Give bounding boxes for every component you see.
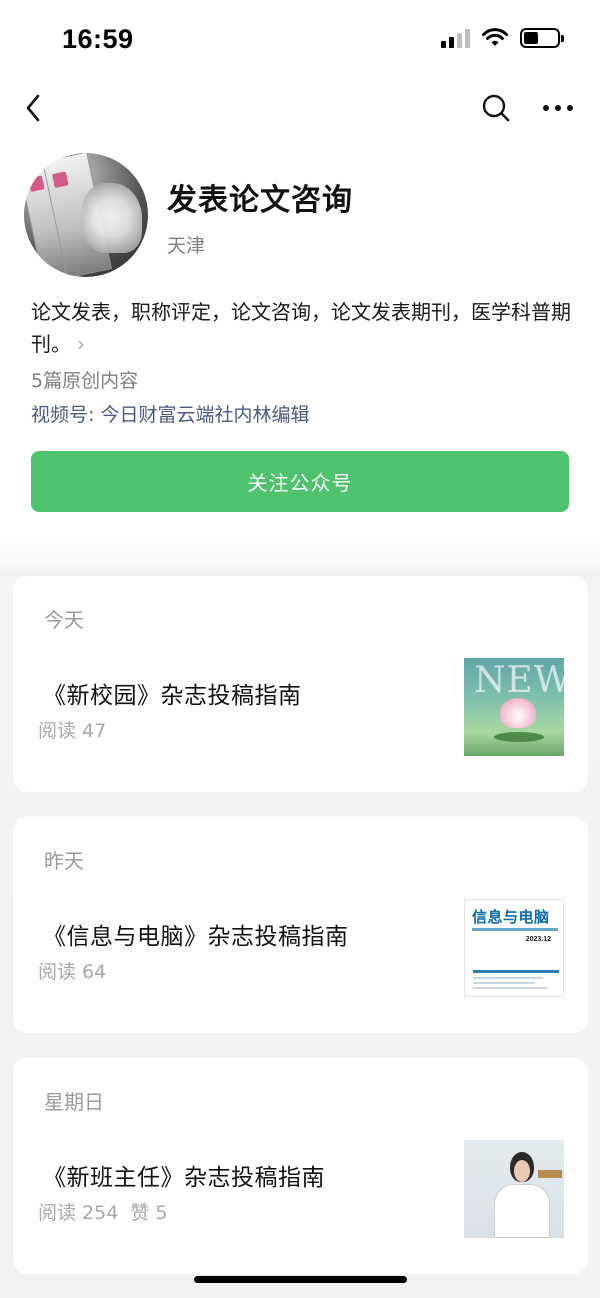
article-meta: 阅读 254 赞 5	[38, 1198, 167, 1225]
video-channel-link[interactable]: 视频号: 今日财富云端社内林编辑	[31, 400, 309, 427]
article-title[interactable]: 《信息与电脑》杂志投稿指南	[43, 917, 349, 951]
article-day: 星期日	[44, 1090, 104, 1114]
thumbnail-title: 信息与电脑	[472, 908, 550, 926]
account-description[interactable]: 论文发表，职称评定，论文咨询，论文发表期刊，医学科普期刊。 ›	[31, 296, 571, 360]
article-thumbnail[interactable]: NEW	[464, 658, 564, 756]
article-day: 今天	[44, 608, 84, 632]
description-text: 论文发表，职称评定，论文咨询，论文发表期刊，医学科普期刊。	[31, 300, 571, 356]
thumbnail-title: NEW	[474, 660, 564, 701]
article-card[interactable]: 昨天 《信息与电脑》杂志投稿指南 阅读 64 信息与电脑 2023.12	[13, 817, 588, 1033]
like-count: 赞 5	[130, 1202, 168, 1224]
status-time: 16:59	[62, 24, 134, 54]
more-icon[interactable]	[540, 92, 576, 124]
read-count: 阅读 254	[38, 1202, 119, 1224]
account-location: 天津	[167, 235, 206, 257]
follow-button[interactable]: 关注公众号	[31, 451, 569, 512]
chevron-right-icon: ›	[77, 332, 85, 356]
status-icons	[441, 28, 564, 48]
article-meta: 阅读 47	[38, 716, 106, 743]
signal-icon	[441, 28, 470, 48]
thumbnail-issue: 2023.12	[525, 936, 551, 943]
read-count: 阅读 64	[38, 961, 107, 983]
article-meta: 阅读 64	[38, 957, 106, 984]
article-thumbnail[interactable]	[464, 1140, 564, 1238]
battery-icon	[520, 28, 564, 48]
article-card[interactable]: 星期日 《新班主任》杂志投稿指南 阅读 254 赞 5	[13, 1058, 588, 1274]
article-title[interactable]: 《新班主任》杂志投稿指南	[43, 1158, 325, 1192]
original-count: 5篇原创内容	[31, 370, 139, 392]
article-day: 昨天	[44, 849, 84, 873]
article-card[interactable]: 今天 《新校园》杂志投稿指南 阅读 47 NEW	[13, 576, 588, 792]
search-icon[interactable]	[480, 92, 512, 124]
article-title[interactable]: 《新校园》杂志投稿指南	[43, 676, 302, 710]
status-bar: 16:59	[0, 0, 600, 80]
home-indicator[interactable]	[194, 1276, 407, 1283]
read-count: 阅读 47	[38, 720, 107, 742]
article-feed: 今天 《新校园》杂志投稿指南 阅读 47 NEW 昨天 《信息与电脑》杂志投稿指…	[0, 538, 600, 1298]
back-icon[interactable]	[22, 92, 46, 124]
account-name: 发表论文咨询	[167, 183, 353, 218]
nav-bar	[0, 80, 600, 136]
avatar[interactable]	[24, 153, 148, 277]
wifi-icon	[482, 28, 508, 46]
article-thumbnail[interactable]: 信息与电脑 2023.12	[464, 899, 564, 997]
